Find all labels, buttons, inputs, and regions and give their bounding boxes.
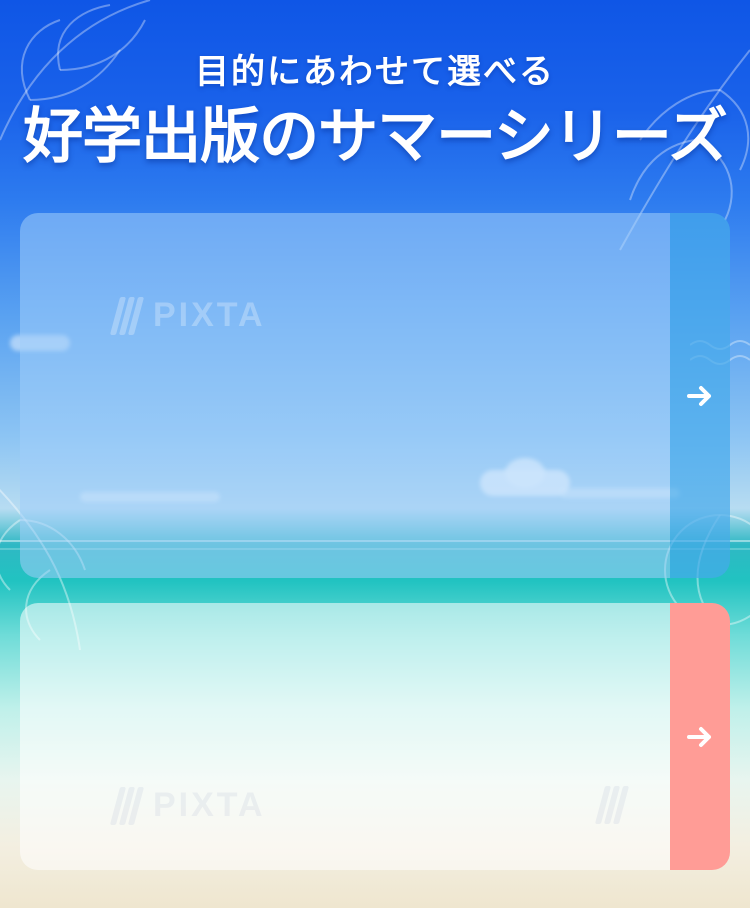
card-body[interactable] <box>20 603 670 870</box>
banner-subtitle: 目的にあわせて選べる <box>195 52 555 92</box>
arrow-right-icon <box>687 726 711 747</box>
card-arrow-button[interactable] <box>670 213 730 578</box>
series-card-1[interactable] <box>20 213 730 578</box>
card-arrow-button[interactable] <box>670 603 730 870</box>
banner-title: 好学出版のサマーシリーズ <box>23 102 728 172</box>
summer-series-banner: 目的にあわせて選べる 好学出版のサマーシリーズ PIXTA PIXTA <box>0 0 750 908</box>
card-body[interactable] <box>20 213 670 578</box>
series-card-2[interactable] <box>20 603 730 870</box>
arrow-right-icon <box>687 385 711 406</box>
